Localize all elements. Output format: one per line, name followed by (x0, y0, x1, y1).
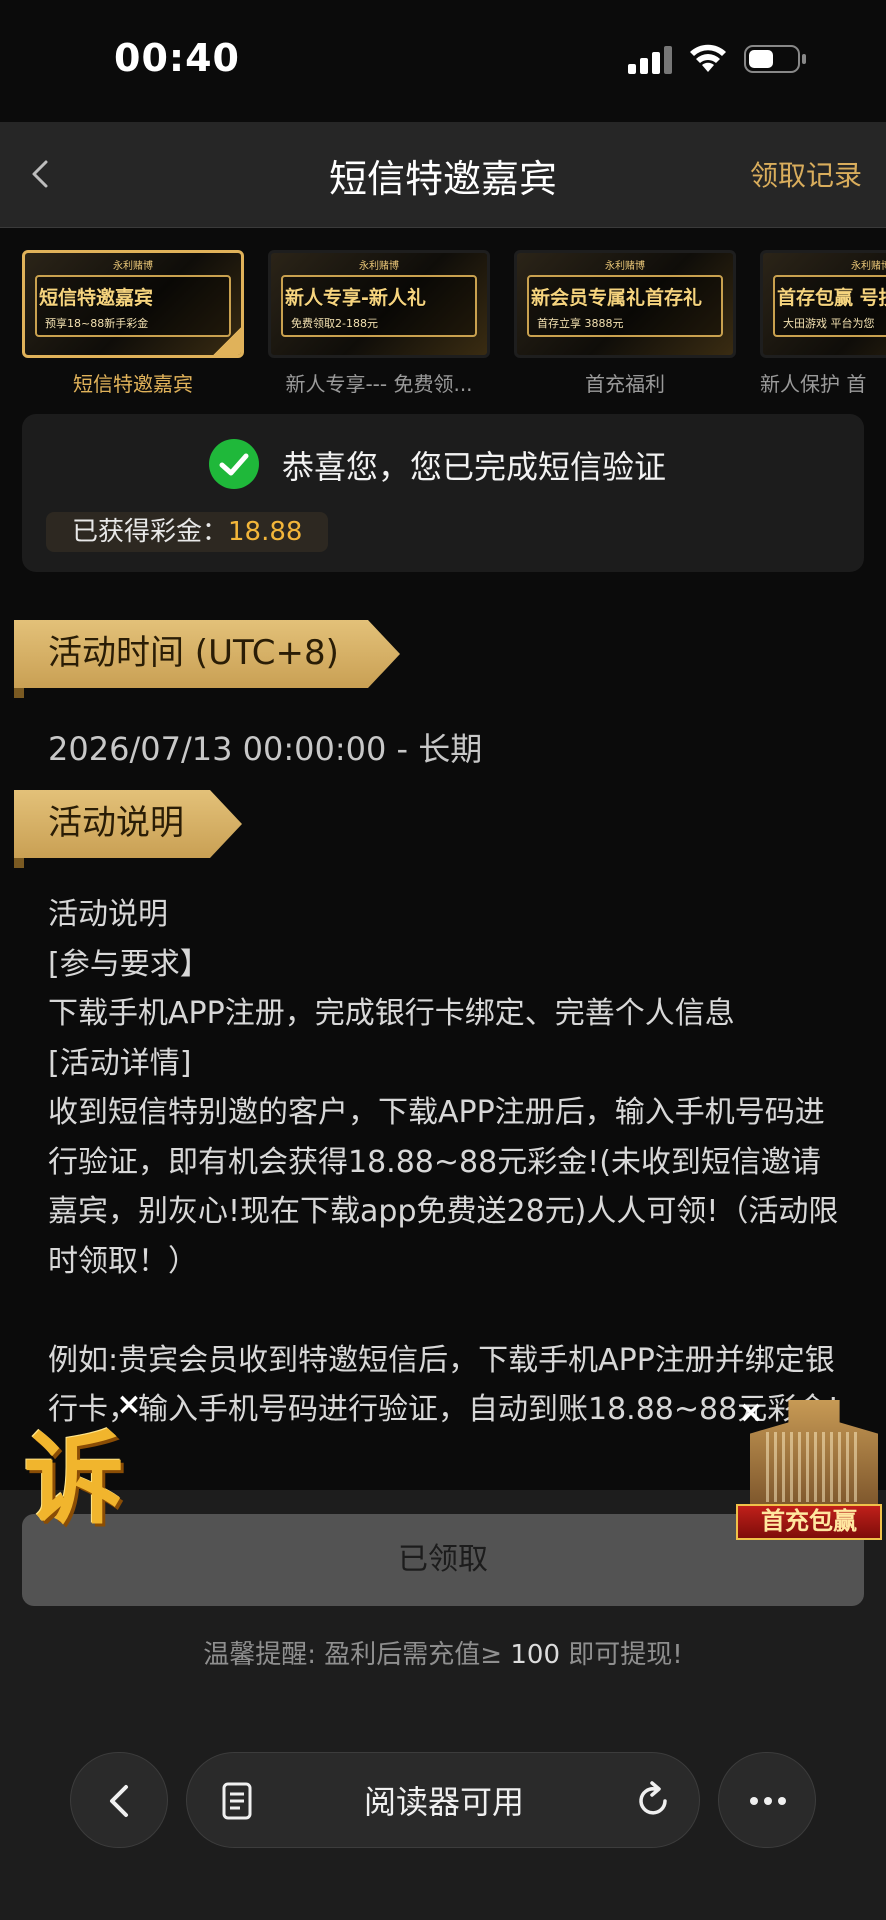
desc-example-text: 例如:贵宾会员收到特邀短信后，下载手机APP注册并绑定银行卡，输入手机号码进行验… (48, 1342, 840, 1428)
desc-requirement-header: [参与要求】 (48, 946, 210, 982)
browser-more-button[interactable] (718, 1752, 816, 1848)
floating-deposit-ad[interactable]: × 首充包赢 (736, 1392, 882, 1540)
banner-label: 首充福利 (585, 372, 665, 396)
browser-back-button[interactable] (70, 1752, 168, 1848)
banner-first-deposit[interactable]: 永利赌博 新会员专属礼首存礼 首存立享 3888元 首充福利 (514, 250, 736, 397)
address-text: 阅读器可用 (363, 1783, 524, 1821)
banner-label: 短信特邀嘉宾 (73, 372, 193, 396)
claim-records-link[interactable]: 领取记录 (750, 154, 862, 194)
status-bar: 00:40 (0, 0, 886, 122)
reload-icon[interactable] (633, 1779, 673, 1821)
bonus-value: 18.88 (228, 517, 303, 547)
battery-icon (744, 45, 806, 73)
activity-time-value: 2026/07/13 00:00:00 - 长期 (48, 730, 483, 768)
verification-success-card: 恭喜您，您已完成短信验证 已获得彩金：18.88 (22, 414, 864, 572)
banner-label: 新人专享--- 免费领... (285, 372, 473, 396)
desc-detail-header: [活动详情] (48, 1045, 192, 1081)
banner-newcomer-protect[interactable]: 永利赌博 首存包赢 号损 大田游戏 平台为您 新人保护 首 (760, 250, 886, 397)
browser-address-bar[interactable]: 阅读器可用 (186, 1752, 700, 1848)
banner-image: 永利赌博 首存包赢 号损 大田游戏 平台为您 (760, 250, 886, 358)
activity-time-header: 活动时间 (UTC+8) (14, 620, 400, 698)
activity-description: 活动说明 [参与要求】 下载手机APP注册，完成银行卡绑定、完善个人信息 [活动… (48, 890, 848, 1435)
wifi-icon (690, 44, 726, 72)
nav-bar: 短信特邀嘉宾 领取记录 (0, 122, 886, 228)
back-arrow-icon (110, 1785, 128, 1817)
banner-label: 新人保护 首 (760, 372, 867, 396)
activity-desc-header: 活动说明 (14, 790, 242, 868)
close-icon[interactable]: × (736, 1398, 766, 1428)
promo-banner-carousel[interactable]: 永利赌博 短信特邀嘉宾 预享18~88新手彩金 短信特邀嘉宾 永利赌博 新人专享… (0, 250, 886, 400)
success-check-icon (209, 439, 259, 489)
selected-check-icon (213, 327, 241, 355)
desc-title: 活动说明 (48, 897, 168, 932)
banner-image: 永利赌博 短信特邀嘉宾 预享18~88新手彩金 (22, 250, 244, 358)
status-time: 00:40 (114, 36, 240, 80)
withdraw-reminder: 温馨提醒: 盈利后需充值≥ 100 即可提现! (203, 1640, 683, 1670)
deposit-ad-label: 首充包赢 (736, 1504, 882, 1540)
complaint-glyph: 诉 (24, 1420, 124, 1538)
banner-newcomer[interactable]: 永利赌博 新人专享-新人礼 免费领取2-188元 新人专享--- 免费领... (268, 250, 490, 397)
bonus-label: 已获得彩金： (72, 517, 229, 547)
success-message: 恭喜您，您已完成短信验证 (282, 448, 667, 486)
more-dots-icon (750, 1797, 786, 1805)
desc-requirement-text: 下载手机APP注册，完成银行卡绑定、完善个人信息 (48, 996, 735, 1031)
desc-detail-text: 收到短信特别邀的客户，下载APP注册后，输入手机号码进行验证，即有机会获得18.… (48, 1095, 839, 1279)
banner-image: 永利赌博 新会员专属礼首存礼 首存立享 3888元 (514, 250, 736, 358)
banner-sms-vip[interactable]: 永利赌博 短信特邀嘉宾 预享18~88新手彩金 短信特邀嘉宾 (22, 250, 244, 397)
floating-complaint-ad[interactable]: 诉 × (18, 1390, 144, 1539)
banner-image: 永利赌博 新人专享-新人礼 免费领取2-188元 (268, 250, 490, 358)
bonus-badge: 已获得彩金：18.88 (46, 512, 329, 552)
close-icon[interactable]: × (114, 1390, 144, 1420)
cellular-signal-icon (628, 46, 672, 74)
